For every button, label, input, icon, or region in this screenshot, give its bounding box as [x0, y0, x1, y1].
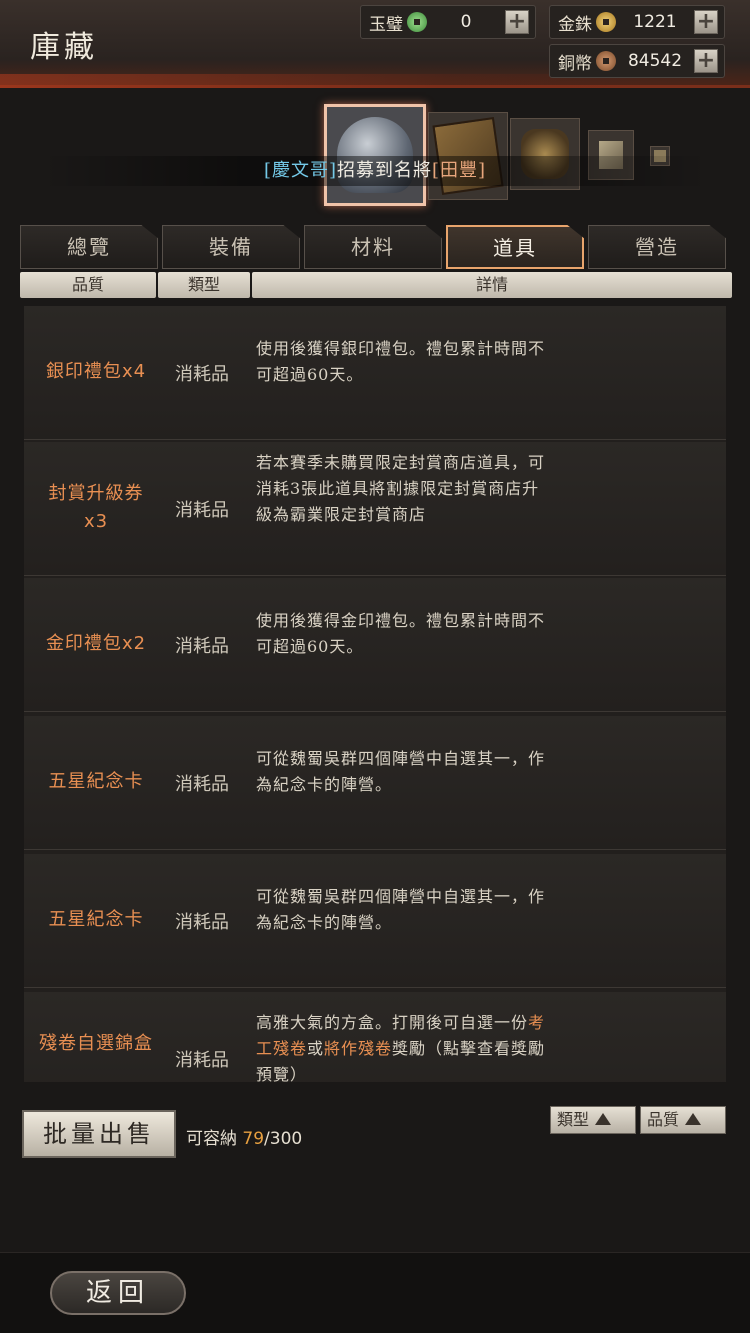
item-name: 金印禮包x2 — [45, 633, 147, 654]
resource-label: 銅幣 — [558, 53, 592, 74]
item-name: 五星紀念卡 — [48, 909, 144, 930]
list-item[interactable]: 五星紀念卡 消耗品 可從魏蜀吳群四個陣營中自選其一，作為紀念卡的陣營。 — [24, 716, 726, 850]
sort-up-icon — [595, 1113, 612, 1125]
item-type: 消耗品 — [175, 1050, 229, 1071]
player-name: [慶文哥] — [263, 160, 337, 181]
list-item[interactable]: 金印禮包x2 消耗品 使用後獲得金印禮包。禮包累計時間不可超過60天。 — [24, 578, 726, 712]
capacity-info: 可容納 79/300 — [186, 1129, 303, 1149]
resource-value: 84542 — [627, 51, 683, 71]
helmet-item-thumb[interactable] — [324, 104, 426, 206]
resource-gold: 金銖 1221 + — [549, 5, 725, 39]
announcement-text: 招募到名將 — [337, 160, 432, 181]
jade-coin-icon — [407, 12, 427, 32]
recruit-announcement: [慶文哥]招募到名將[田豐] — [40, 156, 710, 186]
footer-bar: 返回 — [0, 1252, 750, 1333]
sort-quality-button[interactable]: 品質 — [640, 1106, 726, 1134]
column-header-detail: 詳情 — [252, 272, 732, 298]
gold-coin-icon — [596, 12, 616, 32]
item-description: 高雅大氣的方盒。打開後可自選一份考工殘卷或將作殘卷獎勵（點擊查看獎勵預覽） — [256, 1013, 546, 1082]
tab-materials[interactable]: 材料 — [304, 225, 442, 269]
resource-value: 0 — [460, 12, 472, 32]
back-button[interactable]: 返回 — [50, 1271, 186, 1315]
resource-value: 1221 — [633, 12, 677, 32]
list-item[interactable]: 銀印禮包x4 消耗品 使用後獲得銀印禮包。禮包累計時間不可超過60天。 — [24, 306, 726, 440]
item-name: 殘卷自選錦盒 — [39, 1033, 153, 1054]
add-gold-button[interactable]: + — [694, 10, 718, 34]
resource-label: 玉璧 — [369, 14, 403, 35]
item-preview-strip: [慶文哥]招募到名將[田豐] — [0, 96, 750, 216]
batch-sell-button[interactable]: 批量出售 — [22, 1110, 176, 1158]
list-item[interactable]: 五星紀念卡 消耗品 可從魏蜀吳群四個陣營中自選其一，作為紀念卡的陣營。 — [24, 854, 726, 988]
item-description: 使用後獲得金印禮包。禮包累計時間不可超過60天。 — [256, 611, 546, 656]
item-name: 封賞升級券 x3 — [48, 483, 144, 532]
column-header-quality[interactable]: 品質 — [20, 272, 156, 298]
resource-jade: 玉璧 0 + — [360, 5, 536, 39]
item-type: 消耗品 — [175, 912, 229, 933]
list-item[interactable]: 封賞升級券 x3 消耗品 若本賽季未購買限定封賞商店道具，可消耗3張此道具將割據限… — [24, 442, 726, 576]
list-item[interactable]: 殘卷自選錦盒 消耗品 高雅大氣的方盒。打開後可自選一份考工殘卷或將作殘卷獎勵（點… — [24, 992, 726, 1082]
item-type: 消耗品 — [175, 774, 229, 795]
sort-up-icon — [685, 1113, 702, 1125]
item-name: 五星紀念卡 — [48, 771, 144, 792]
tab-overview[interactable]: 總覽 — [20, 225, 158, 269]
item-type: 消耗品 — [175, 364, 229, 385]
column-header-type[interactable]: 類型 — [158, 272, 250, 298]
tab-equipment[interactable]: 裝備 — [162, 225, 300, 269]
resource-copper: 銅幣 84542 + — [549, 44, 725, 78]
item-description: 使用後獲得銀印禮包。禮包累計時間不可超過60天。 — [256, 339, 546, 384]
add-copper-button[interactable]: + — [694, 49, 718, 73]
resource-label: 金銖 — [558, 14, 592, 35]
item-description: 可從魏蜀吳群四個陣營中自選其一，作為紀念卡的陣營。 — [256, 749, 546, 794]
item-type: 消耗品 — [175, 500, 229, 521]
copper-coin-icon — [596, 51, 616, 71]
add-jade-button[interactable]: + — [505, 10, 529, 34]
item-description: 可從魏蜀吳群四個陣營中自選其一，作為紀念卡的陣營。 — [256, 887, 546, 932]
item-name: 銀印禮包x4 — [45, 361, 147, 382]
item-description: 若本賽季未購買限定封賞商店道具，可消耗3張此道具將割據限定封賞商店升級為霸業限定… — [256, 453, 546, 524]
sort-type-button[interactable]: 類型 — [550, 1106, 636, 1134]
tab-construction[interactable]: 營造 — [588, 225, 726, 269]
item-type: 消耗品 — [175, 636, 229, 657]
tab-items[interactable]: 道具 — [446, 225, 584, 269]
category-tabs: 總覽 裝備 材料 道具 營造 — [20, 225, 730, 269]
item-list[interactable]: 銀印禮包x4 消耗品 使用後獲得銀印禮包。禮包累計時間不可超過60天。 封賞升級… — [24, 306, 726, 1082]
page-title: 庫藏 — [30, 30, 98, 65]
general-name: [田豐] — [432, 160, 487, 181]
